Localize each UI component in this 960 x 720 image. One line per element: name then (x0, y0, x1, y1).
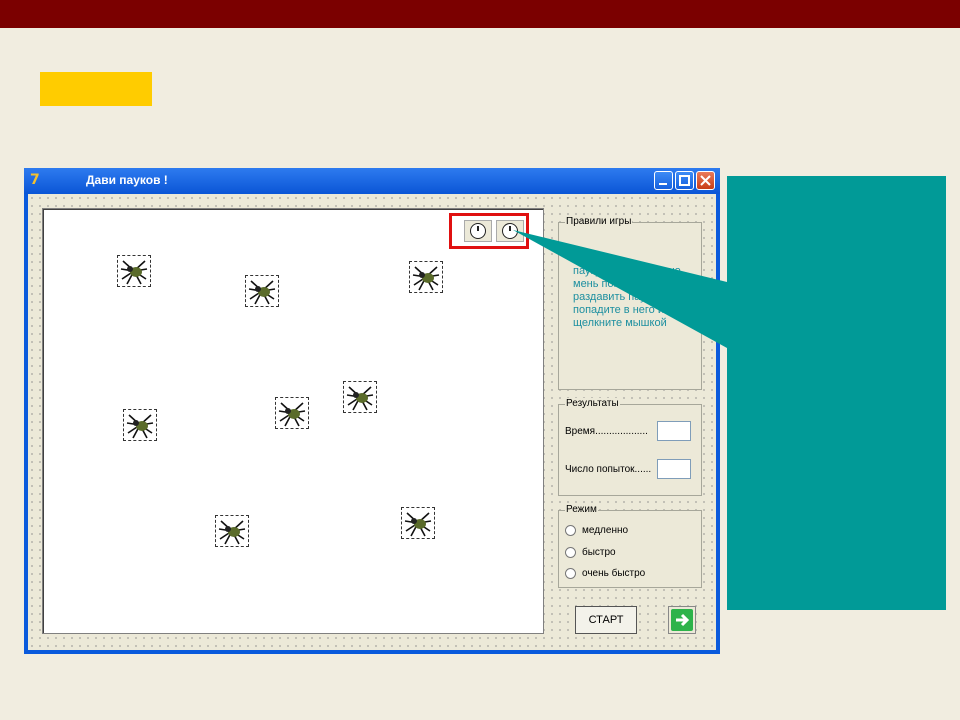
callout-box (727, 176, 946, 610)
